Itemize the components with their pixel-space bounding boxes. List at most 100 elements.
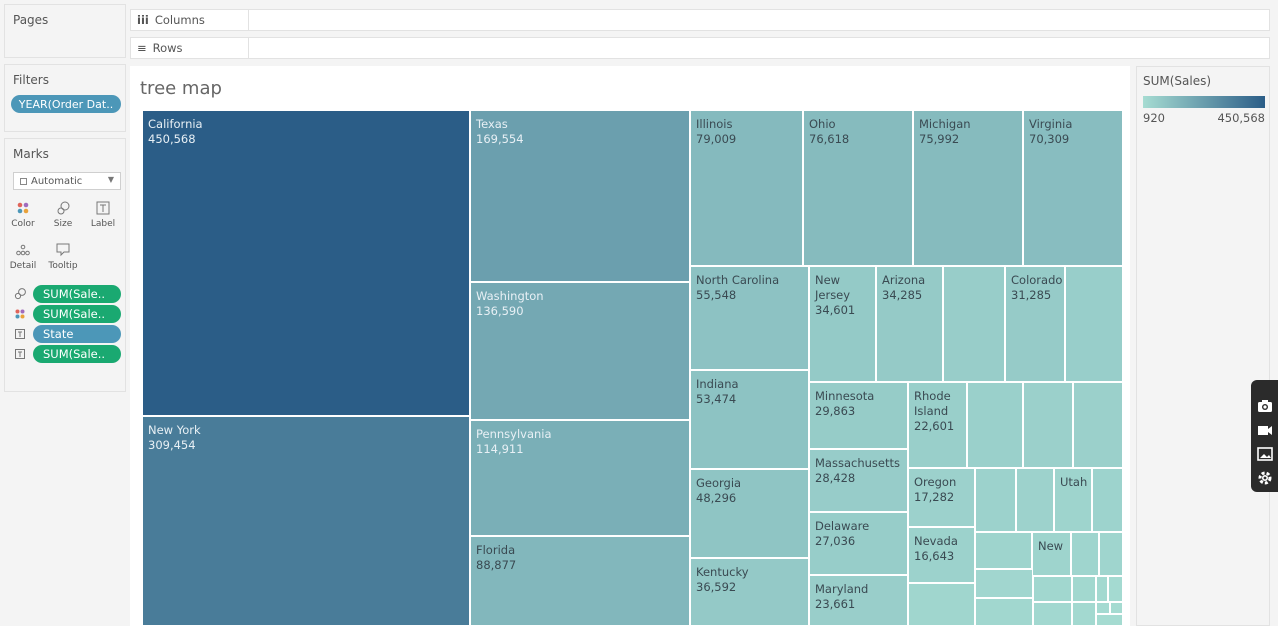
- treemap-cell-unlabeled[interactable]: [1016, 468, 1054, 532]
- treemap-cell[interactable]: Colorado 31,285: [1005, 266, 1065, 382]
- treemap-cell[interactable]: Minnesota 29,863: [809, 382, 908, 449]
- treemap-cell-unlabeled[interactable]: [1072, 576, 1096, 602]
- mark-field-pill[interactable]: State: [33, 325, 121, 343]
- cell-state-label: Illinois: [696, 117, 733, 131]
- columns-shelf[interactable]: iii Columns: [130, 9, 1270, 31]
- legend-max-label: 450,568: [1217, 111, 1265, 125]
- label-icon: [13, 347, 27, 361]
- treemap-cell[interactable]: Delaware 27,036: [809, 512, 908, 575]
- cell-state-label: Florida: [476, 543, 516, 557]
- mark-type-dropdown[interactable]: Automatic ▼: [13, 172, 121, 190]
- mark-field-pill[interactable]: SUM(Sale..: [33, 285, 121, 303]
- rows-shelf[interactable]: ≡ Rows: [130, 37, 1270, 59]
- treemap-chart[interactable]: California 450,568 New York 309,454 Texas 169…: [142, 110, 1123, 626]
- mark-field-pill[interactable]: SUM(Sale..: [33, 345, 121, 363]
- treemap-cell-unlabeled[interactable]: [1099, 532, 1123, 576]
- treemap-cell-unlabeled[interactable]: [1033, 602, 1072, 626]
- cell-value-label: 48,296: [696, 491, 737, 505]
- treemap-cell[interactable]: Nevada 16,643: [908, 527, 975, 583]
- treemap-cell[interactable]: Georgia 48,296: [690, 469, 809, 558]
- legend-gradient: [1143, 96, 1265, 108]
- treemap-cell[interactable]: Pennsylvania 114,911: [470, 420, 690, 536]
- treemap-cell-unlabeled[interactable]: [1096, 576, 1108, 602]
- cell-state-label: Washington: [476, 289, 544, 303]
- treemap-cell[interactable]: California 450,568: [142, 110, 470, 416]
- image-icon[interactable]: [1255, 444, 1275, 464]
- treemap-cell[interactable]: Massachusetts 28,428: [809, 449, 908, 512]
- gear-icon[interactable]: [1255, 468, 1275, 488]
- treemap-cell-unlabeled[interactable]: [1033, 576, 1072, 602]
- cell-value-label: 23,661: [815, 597, 856, 611]
- treemap-cell-unlabeled[interactable]: [1023, 382, 1073, 468]
- tableau-workspace: Pages Filters YEAR(Order Dat.. Marks Aut…: [0, 0, 1278, 626]
- cell-value-label: 17,282: [914, 490, 955, 504]
- treemap-cell[interactable]: Illinois 79,009: [690, 110, 803, 266]
- treemap-cell[interactable]: Michigan 75,992: [913, 110, 1023, 266]
- treemap-cell[interactable]: Rhode Island 22,601: [908, 382, 967, 468]
- treemap-cell-unlabeled[interactable]: [1073, 382, 1123, 468]
- cell-value-label: 22,601: [914, 419, 955, 433]
- cell-value-label: 34,285: [882, 288, 923, 302]
- color-icon: [17, 197, 29, 219]
- cell-state-label: Kentucky: [696, 565, 749, 579]
- cell-value-label: 75,992: [919, 132, 960, 146]
- size-icon: [13, 287, 27, 301]
- cell-state-label: North Carolina: [696, 273, 780, 287]
- treemap-cell[interactable]: Texas 169,554: [470, 110, 690, 282]
- cell-value-label: 79,009: [696, 132, 737, 146]
- treemap-cell-unlabeled[interactable]: [967, 382, 1023, 468]
- treemap-cell[interactable]: New: [1032, 532, 1071, 576]
- treemap-cell[interactable]: Utah: [1054, 468, 1092, 532]
- treemap-cell[interactable]: Oregon 17,282: [908, 468, 975, 527]
- treemap-cell-unlabeled[interactable]: [975, 532, 1032, 569]
- cell-state-label: New York: [148, 423, 201, 437]
- tooltip-label: Tooltip: [48, 261, 78, 271]
- cell-state-label: New: [1038, 539, 1064, 553]
- treemap-cell-unlabeled[interactable]: [1108, 576, 1123, 602]
- treemap-cell[interactable]: New York 309,454: [142, 416, 470, 626]
- cell-value-label: 76,618: [809, 132, 850, 146]
- label-button[interactable]: Label: [89, 197, 117, 235]
- detail-button[interactable]: Detail: [9, 239, 37, 277]
- treemap-cell-unlabeled[interactable]: [975, 569, 1033, 598]
- treemap-cell-unlabeled[interactable]: [908, 583, 975, 626]
- cell-state-label: Indiana: [696, 377, 739, 391]
- treemap-cell-unlabeled[interactable]: [1096, 614, 1123, 626]
- treemap-cell[interactable]: Indiana 53,474: [690, 370, 809, 469]
- treemap-cell[interactable]: Kentucky 36,592: [690, 558, 809, 626]
- treemap-cell[interactable]: Maryland 23,661: [809, 575, 908, 626]
- marks-card: Marks Automatic ▼ Color Size Label Detai…: [4, 138, 126, 392]
- treemap-cell-unlabeled[interactable]: [1096, 602, 1110, 614]
- treemap-cell-unlabeled[interactable]: [1065, 266, 1123, 382]
- treemap-cell-unlabeled[interactable]: [1110, 602, 1123, 614]
- filters-card[interactable]: Filters YEAR(Order Dat..: [4, 64, 126, 132]
- pages-card[interactable]: Pages: [4, 4, 126, 58]
- cell-value-label: 169,554: [476, 132, 524, 146]
- cell-value-label: 16,643: [914, 549, 955, 563]
- treemap-cell-unlabeled[interactable]: [975, 598, 1033, 626]
- treemap-cell-unlabeled[interactable]: [943, 266, 1005, 382]
- cell-state-label: Delaware: [815, 519, 870, 533]
- treemap-cell[interactable]: North Carolina 55,548: [690, 266, 809, 370]
- treemap-cell-unlabeled[interactable]: [1072, 602, 1096, 626]
- color-button[interactable]: Color: [9, 197, 37, 235]
- treemap-cell[interactable]: Arizona 34,285: [876, 266, 943, 382]
- filter-pill-year[interactable]: YEAR(Order Dat..: [11, 95, 121, 113]
- treemap-cell[interactable]: Virginia 70,309: [1023, 110, 1123, 266]
- camera-icon[interactable]: [1255, 396, 1275, 416]
- cell-value-label: 88,877: [476, 558, 517, 572]
- treemap-cell[interactable]: New Jersey 34,601: [809, 266, 876, 382]
- detail-icon: [16, 239, 30, 261]
- treemap-cell-unlabeled[interactable]: [975, 468, 1016, 532]
- size-button[interactable]: Size: [49, 197, 77, 235]
- mark-field-pill[interactable]: SUM(Sale..: [33, 305, 121, 323]
- size-icon: [56, 197, 70, 219]
- treemap-cell[interactable]: Florida 88,877: [470, 536, 690, 626]
- tooltip-button[interactable]: Tooltip: [48, 239, 78, 277]
- treemap-cell-unlabeled[interactable]: [1092, 468, 1123, 532]
- treemap-cell-unlabeled[interactable]: [1071, 532, 1099, 576]
- treemap-cell[interactable]: Ohio 76,618: [803, 110, 913, 266]
- treemap-cell[interactable]: Washington 136,590: [470, 282, 690, 420]
- legend-title: SUM(Sales): [1143, 74, 1212, 88]
- video-icon[interactable]: [1255, 420, 1275, 440]
